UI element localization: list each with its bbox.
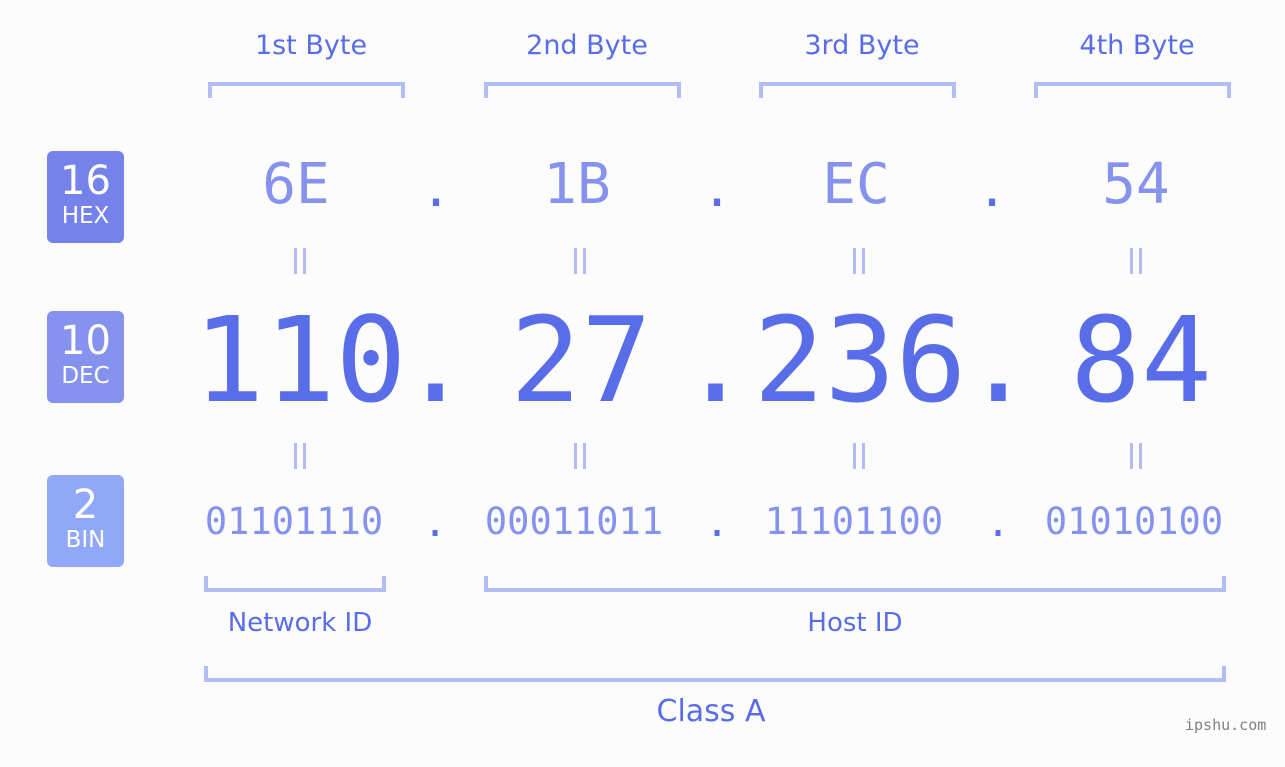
bin-value-3: 11101100 xyxy=(764,500,944,543)
bin-value-1: 01101110 xyxy=(204,500,384,543)
byte-bracket-1 xyxy=(208,82,405,98)
dec-badge: 10 DEC xyxy=(47,311,124,403)
hex-dot-1: . xyxy=(421,160,452,218)
equals-icon xyxy=(839,442,879,477)
bin-badge: 2 BIN xyxy=(47,475,124,567)
equals-icon xyxy=(560,247,600,282)
equals-icon xyxy=(280,442,320,477)
byte-label-4: 4th Byte xyxy=(1079,30,1195,61)
equals-icon xyxy=(1116,442,1156,477)
dec-dot-3: . xyxy=(963,291,1035,429)
hex-value-1: 6E xyxy=(262,152,330,217)
bin-dot-1: . xyxy=(422,500,448,546)
equals-icon xyxy=(280,247,320,282)
host-id-label: Host ID xyxy=(807,608,903,638)
byte-label-2: 2nd Byte xyxy=(526,30,648,61)
dec-value-1: 110 xyxy=(193,291,407,429)
host-id-bracket xyxy=(484,576,1226,592)
byte-label-1: 1st Byte xyxy=(254,30,368,61)
hex-dot-2: . xyxy=(702,160,733,218)
hex-dot-3: . xyxy=(977,160,1008,218)
dec-dot-2: . xyxy=(680,291,752,429)
bin-value-2: 00011011 xyxy=(484,500,664,543)
byte-bracket-3 xyxy=(759,82,956,98)
byte-label-3: 3rd Byte xyxy=(804,30,920,61)
bin-value-4: 01010100 xyxy=(1044,500,1224,543)
hex-value-2: 1B xyxy=(543,152,611,217)
byte-bracket-4 xyxy=(1034,82,1231,98)
bin-badge-label: BIN xyxy=(65,527,106,553)
byte-bracket-2 xyxy=(484,82,681,98)
equals-icon xyxy=(560,442,600,477)
hex-value-4: 54 xyxy=(1102,152,1170,217)
class-label: Class A xyxy=(656,694,766,729)
equals-icon xyxy=(839,247,879,282)
bin-badge-number: 2 xyxy=(72,482,99,528)
watermark: ipshu.com xyxy=(1185,716,1267,734)
hex-badge-number: 16 xyxy=(60,158,111,204)
dec-value-2: 27 xyxy=(509,291,653,429)
dec-value-3: 236 xyxy=(753,291,967,429)
hex-badge: 16 HEX xyxy=(47,151,124,243)
network-id-label: Network ID xyxy=(227,608,373,638)
dec-badge-number: 10 xyxy=(60,318,111,364)
dec-value-4: 84 xyxy=(1069,291,1213,429)
class-bracket xyxy=(204,666,1226,682)
hex-value-3: EC xyxy=(822,152,890,217)
equals-icon xyxy=(1116,247,1156,282)
dec-badge-label: DEC xyxy=(61,363,110,389)
bin-dot-2: . xyxy=(704,500,730,546)
bin-dot-3: . xyxy=(985,500,1011,546)
dec-dot-1: . xyxy=(400,291,472,429)
network-id-bracket xyxy=(204,576,386,592)
hex-badge-label: HEX xyxy=(61,203,110,229)
